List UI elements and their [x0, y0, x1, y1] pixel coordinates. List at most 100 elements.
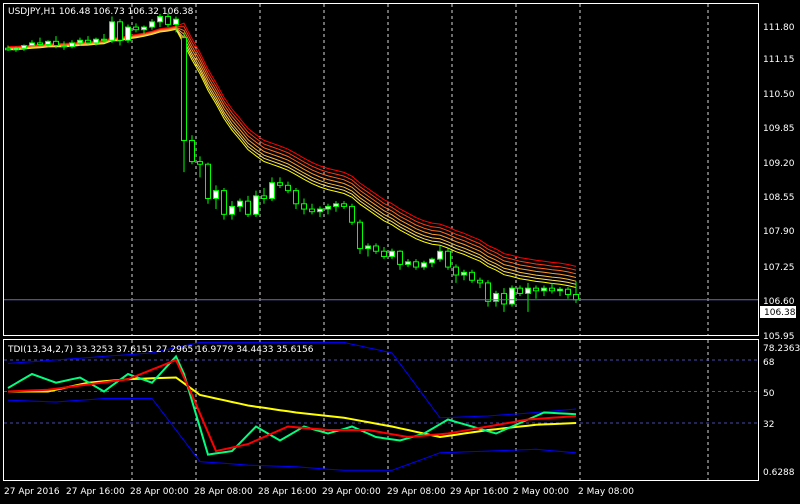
ma-line [7, 26, 577, 275]
time-label: 29 Apr 16:00 [450, 487, 509, 497]
candle-body [253, 195, 259, 215]
time-label: 27 Apr 2016 [4, 487, 60, 497]
price-label: 108.55 [763, 193, 795, 203]
candle-body [141, 26, 147, 31]
candle-body [365, 245, 371, 250]
candle-body [421, 262, 427, 268]
indicator-level-label: 32 [763, 420, 774, 430]
candle-body [277, 182, 283, 186]
candle-body [405, 261, 411, 265]
indicator-level-label: 0.6288 [763, 468, 795, 478]
price-label: 106.60 [763, 297, 795, 307]
candle-body [349, 205, 355, 223]
time-axis: 27 Apr 2016 27 Apr 16:00 28 Apr 00:00 28… [4, 487, 634, 497]
candle-body [301, 203, 307, 210]
candle-body [229, 205, 235, 215]
candle-body [237, 200, 243, 207]
candle-body [37, 42, 43, 46]
candle-body [517, 287, 523, 294]
candle-body [61, 45, 67, 48]
candle-body [501, 292, 507, 305]
price-label: 107.25 [763, 263, 795, 273]
time-label: 29 Apr 08:00 [387, 487, 446, 497]
candle-body [557, 288, 563, 292]
candle-body [357, 221, 363, 250]
price-label: 111.80 [763, 23, 795, 33]
candle-body [285, 184, 291, 192]
trading-chart[interactable]: USDJPY,H1 106.48 106.73 106.32 106.38 TD… [0, 0, 800, 500]
candle-body [269, 182, 275, 200]
time-label: 27 Apr 16:00 [66, 487, 125, 497]
candle-body [157, 16, 163, 23]
indicator-header: TDI(13,34,2,7) 33.3253 37.6151 27.2965 1… [7, 345, 314, 355]
candle-body [53, 40, 59, 47]
candle-body [573, 293, 579, 301]
indicator-level-label: 68 [763, 358, 775, 368]
price-label: 111.15 [763, 55, 795, 65]
candle-body [117, 21, 123, 41]
candle-body [189, 139, 195, 163]
price-label: 105.95 [763, 332, 795, 342]
price-label: 110.50 [763, 90, 795, 100]
candle-body [109, 21, 115, 41]
ma-ribbon [7, 22, 577, 288]
candle-body [69, 42, 75, 48]
candle-body [293, 190, 299, 205]
price-label: 109.20 [763, 159, 795, 169]
candle-body [533, 287, 539, 292]
candle-body [525, 287, 531, 294]
candle-body [397, 250, 403, 265]
candle-body [133, 26, 139, 31]
candle-body [261, 195, 267, 200]
candle-body [429, 258, 435, 264]
candle-body [85, 39, 91, 44]
candle-body [461, 271, 467, 276]
indicator-axis: 78.2363 68 50 32 0.6288 [763, 344, 800, 478]
main-chart-frame [3, 3, 759, 336]
candle-body [389, 250, 395, 258]
candle-body [373, 245, 379, 252]
candle-body [317, 208, 323, 213]
candle-body [5, 47, 11, 51]
candle-body [245, 200, 251, 215]
ma-line [7, 22, 577, 267]
candle-body [325, 205, 331, 210]
candle-body [181, 37, 187, 141]
candle-body [93, 38, 99, 44]
tdi-signal-line [7, 358, 577, 453]
candle-body [445, 250, 451, 268]
candle-body [437, 250, 443, 260]
candle-body [77, 39, 83, 44]
ma-line [7, 27, 577, 278]
candle-body [549, 287, 555, 292]
candle-body [565, 288, 571, 295]
candle-body [333, 203, 339, 207]
time-label: 2 May 08:00 [578, 487, 634, 497]
candle-body [173, 18, 179, 25]
candle-body [381, 250, 387, 258]
candle-body [509, 287, 515, 305]
candle-body [29, 42, 35, 47]
ma-line [7, 28, 577, 285]
time-label: 28 Apr 08:00 [194, 487, 253, 497]
candle-body [21, 45, 27, 49]
ma-line [7, 26, 577, 271]
candle-body [149, 21, 155, 28]
main-chart-header: USDJPY,H1 106.48 106.73 106.32 106.38 [8, 7, 194, 17]
candle-body [125, 26, 131, 41]
current-price-value: 106.38 [764, 308, 796, 318]
tdi-rsi-line [7, 354, 577, 456]
tdi-lines [4, 341, 758, 471]
indicator-level-label: 50 [763, 389, 775, 399]
candle-body [197, 161, 203, 165]
candle-body [413, 261, 419, 268]
period-separators [131, 4, 709, 480]
price-label: 107.90 [763, 227, 795, 237]
indicator-frame [3, 339, 759, 481]
candle-body [469, 271, 475, 281]
candle-body [165, 16, 171, 25]
candle-body [45, 40, 51, 46]
candle-body [485, 282, 491, 302]
candle-body [221, 190, 227, 215]
candle-body [309, 208, 315, 213]
